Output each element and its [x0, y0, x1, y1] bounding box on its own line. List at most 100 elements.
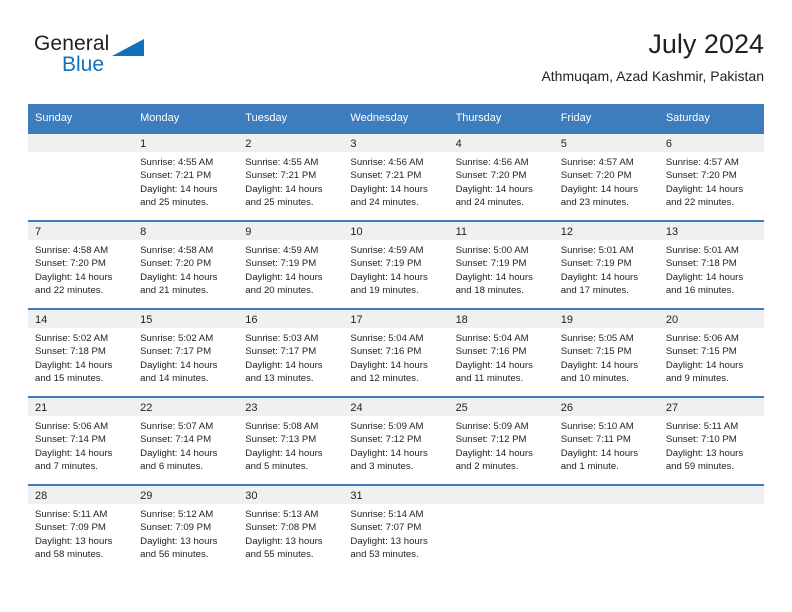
day-info-line: and 23 minutes. [560, 197, 629, 209]
calendar-day-cell[interactable]: 6 Sunrise: 4:57 AM Sunset: 7:20 PM Daylight… [658, 132, 764, 221]
day-info-line: and 55 minutes. [245, 549, 314, 561]
calendar-day-cell[interactable]: 16 Sunrise: 5:03 AM Sunset: 7:17 PM Dayligh… [238, 308, 344, 397]
day-info-line: Sunset: 7:12 PM [455, 434, 527, 446]
calendar-day-cell[interactable]: 1 Sunrise: 4:55 AM Sunset: 7:21 PM Daylight… [133, 132, 239, 221]
day-info-line: Sunset: 7:18 PM [35, 346, 106, 358]
day-info-line: Sunrise: 5:11 AM [665, 421, 739, 432]
calendar-day-cell[interactable]: 23 Sunrise: 5:08 AM Sunset: 7:13 PM Dayligh… [238, 396, 344, 485]
weekday-header-sunday: Sunday [28, 104, 134, 133]
calendar-day-cell[interactable]: 19 Sunrise: 5:05 AM Sunset: 7:15 PM Dayligh… [553, 308, 659, 397]
day-info-line: Sunset: 7:20 PM [560, 170, 632, 182]
day-info-line: Sunrise: 5:10 AM [560, 421, 634, 432]
day-sun-info [28, 152, 134, 156]
day-number: 26 [553, 398, 659, 416]
day-info-line: Sunrise: 5:02 AM [140, 333, 214, 344]
day-sun-info: Sunrise: 5:00 AM Sunset: 7:19 PM Daylight:… [448, 240, 554, 298]
calendar-day-cell[interactable]: 28 Sunrise: 5:11 AM Sunset: 7:09 PM Dayligh… [28, 484, 134, 573]
day-info-line: Daylight: 14 hours [455, 271, 533, 283]
day-number: 31 [343, 486, 449, 504]
day-info-line: Sunset: 7:17 PM [140, 346, 212, 358]
calendar-day-cell[interactable]: 30 Sunrise: 5:13 AM Sunset: 7:08 PM Dayligh… [238, 484, 344, 573]
calendar-day-cell[interactable]: 25 Sunrise: 5:09 AM Sunset: 7:12 PM Dayligh… [448, 396, 554, 485]
day-number: 22 [133, 398, 239, 416]
day-info-line: Sunrise: 5:14 AM [350, 509, 424, 520]
day-sun-info: Sunrise: 5:03 AM Sunset: 7:17 PM Daylight:… [238, 328, 344, 386]
day-number: 30 [238, 486, 344, 504]
day-sun-info: Sunrise: 5:09 AM Sunset: 7:12 PM Daylight:… [343, 416, 449, 474]
page-subtitle: Athmuqam, Azad Kashmir, Pakistan [541, 68, 764, 84]
calendar-day-cell[interactable]: 11 Sunrise: 5:00 AM Sunset: 7:19 PM Dayligh… [448, 220, 554, 309]
day-number: 27 [658, 398, 764, 416]
day-info-line: Sunrise: 4:57 AM [665, 157, 739, 168]
day-info-line: Sunrise: 4:56 AM [350, 157, 424, 168]
day-info-line: Daylight: 13 hours [140, 535, 218, 547]
calendar-day-cell[interactable]: 4 Sunrise: 4:56 AM Sunset: 7:20 PM Daylight… [448, 132, 554, 221]
title-block: July 2024 Athmuqam, Azad Kashmir, Pakist… [541, 28, 764, 86]
calendar-day-cell[interactable]: 10 Sunrise: 4:59 AM Sunset: 7:19 PM Dayligh… [343, 220, 449, 309]
calendar-day-cell[interactable]: 26 Sunrise: 5:10 AM Sunset: 7:11 PM Dayligh… [553, 396, 659, 485]
calendar-day-cell[interactable]: 27 Sunrise: 5:11 AM Sunset: 7:10 PM Dayligh… [658, 396, 764, 485]
day-info-line: and 16 minutes. [665, 285, 735, 297]
day-info-line: Daylight: 14 hours [455, 447, 533, 459]
day-info-line: and 24 minutes. [350, 197, 419, 209]
day-number: 20 [658, 310, 764, 328]
calendar-day-cell[interactable]: 17 Sunrise: 5:04 AM Sunset: 7:16 PM Dayligh… [343, 308, 449, 397]
calendar-day-cell[interactable]: 31 Sunrise: 5:14 AM Sunset: 7:07 PM Dayligh… [343, 484, 449, 573]
day-info-line: Sunset: 7:21 PM [140, 170, 212, 182]
day-info-line: Sunset: 7:19 PM [350, 258, 422, 270]
calendar-day-cell[interactable]: 3 Sunrise: 4:56 AM Sunset: 7:21 PM Daylight… [343, 132, 449, 221]
day-info-line: and 25 minutes. [140, 197, 209, 209]
calendar-day-cell[interactable]: 18 Sunrise: 5:04 AM Sunset: 7:16 PM Dayligh… [448, 308, 554, 397]
day-info-line: Sunset: 7:20 PM [455, 170, 527, 182]
calendar-day-cell[interactable]: 29 Sunrise: 5:12 AM Sunset: 7:09 PM Dayligh… [133, 484, 239, 573]
day-sun-info: Sunrise: 4:59 AM Sunset: 7:19 PM Daylight:… [343, 240, 449, 298]
day-info-line: Sunrise: 5:09 AM [350, 421, 424, 432]
day-sun-info: Sunrise: 5:06 AM Sunset: 7:15 PM Daylight:… [658, 328, 764, 386]
day-info-line: and 59 minutes. [665, 461, 735, 473]
day-number: 10 [343, 222, 449, 240]
calendar-day-cell[interactable]: 5 Sunrise: 4:57 AM Sunset: 7:20 PM Daylight… [553, 132, 659, 221]
calendar-day-cell[interactable]: 14 Sunrise: 5:02 AM Sunset: 7:18 PM Dayligh… [28, 308, 134, 397]
calendar-day-cell[interactable]: 20 Sunrise: 5:06 AM Sunset: 7:15 PM Dayligh… [658, 308, 764, 397]
calendar-day-cell[interactable]: 24 Sunrise: 5:09 AM Sunset: 7:12 PM Dayligh… [343, 396, 449, 485]
calendar-day-cell-empty [658, 484, 764, 573]
day-sun-info: Sunrise: 5:05 AM Sunset: 7:15 PM Daylight:… [553, 328, 659, 386]
day-sun-info: Sunrise: 4:57 AM Sunset: 7:20 PM Daylight:… [553, 152, 659, 210]
day-sun-info: Sunrise: 4:58 AM Sunset: 7:20 PM Daylight:… [28, 240, 134, 298]
day-info-line: Daylight: 14 hours [560, 183, 639, 195]
day-info-line: Sunrise: 5:06 AM [665, 333, 739, 344]
day-sun-info: Sunrise: 5:11 AM Sunset: 7:09 PM Daylight:… [28, 504, 134, 562]
day-info-line: Sunset: 7:09 PM [140, 522, 212, 534]
day-info-line: Daylight: 14 hours [560, 359, 639, 371]
day-info-line: and 5 minutes. [245, 461, 309, 473]
calendar-day-cell-empty [553, 484, 659, 573]
day-info-line: Sunset: 7:16 PM [350, 346, 422, 358]
day-info-line: Sunset: 7:12 PM [350, 434, 422, 446]
day-info-line: Sunrise: 5:06 AM [35, 421, 109, 432]
calendar-day-cell[interactable]: 21 Sunrise: 5:06 AM Sunset: 7:14 PM Dayligh… [28, 396, 134, 485]
calendar-day-cell[interactable]: 15 Sunrise: 5:02 AM Sunset: 7:17 PM Dayligh… [133, 308, 239, 397]
weekday-header-saturday: Saturday [658, 104, 764, 133]
day-info-line: Daylight: 14 hours [665, 183, 744, 195]
calendar-day-cell[interactable]: 12 Sunrise: 5:01 AM Sunset: 7:19 PM Dayligh… [553, 220, 659, 309]
calendar-day-cell[interactable]: 2 Sunrise: 4:55 AM Sunset: 7:21 PM Daylight… [238, 132, 344, 221]
day-sun-info: Sunrise: 4:59 AM Sunset: 7:19 PM Daylight:… [238, 240, 344, 298]
calendar-day-cell[interactable]: 8 Sunrise: 4:58 AM Sunset: 7:20 PM Daylight… [133, 220, 239, 309]
day-info-line: Sunrise: 5:08 AM [245, 421, 319, 432]
day-info-line: Sunrise: 5:09 AM [455, 421, 529, 432]
day-info-line: Daylight: 14 hours [245, 271, 323, 283]
day-number [28, 134, 134, 152]
day-info-line: and 12 minutes. [350, 373, 419, 385]
day-info-line: Daylight: 14 hours [35, 359, 113, 371]
calendar-day-cell[interactable]: 22 Sunrise: 5:07 AM Sunset: 7:14 PM Dayligh… [133, 396, 239, 485]
day-info-line: and 9 minutes. [665, 373, 729, 385]
calendar-day-cell[interactable]: 9 Sunrise: 4:59 AM Sunset: 7:19 PM Daylight… [238, 220, 344, 309]
day-number: 17 [343, 310, 449, 328]
calendar-day-cell[interactable]: 13 Sunrise: 5:01 AM Sunset: 7:18 PM Dayligh… [658, 220, 764, 309]
day-info-line: Sunrise: 5:02 AM [35, 333, 109, 344]
day-info-line: Daylight: 14 hours [35, 271, 113, 283]
calendar-day-cell[interactable]: 7 Sunrise: 4:58 AM Sunset: 7:20 PM Daylight… [28, 220, 134, 309]
day-info-line: Daylight: 14 hours [665, 271, 744, 283]
day-info-line: Sunrise: 5:13 AM [245, 509, 319, 520]
day-info-line: Sunset: 7:21 PM [350, 170, 422, 182]
